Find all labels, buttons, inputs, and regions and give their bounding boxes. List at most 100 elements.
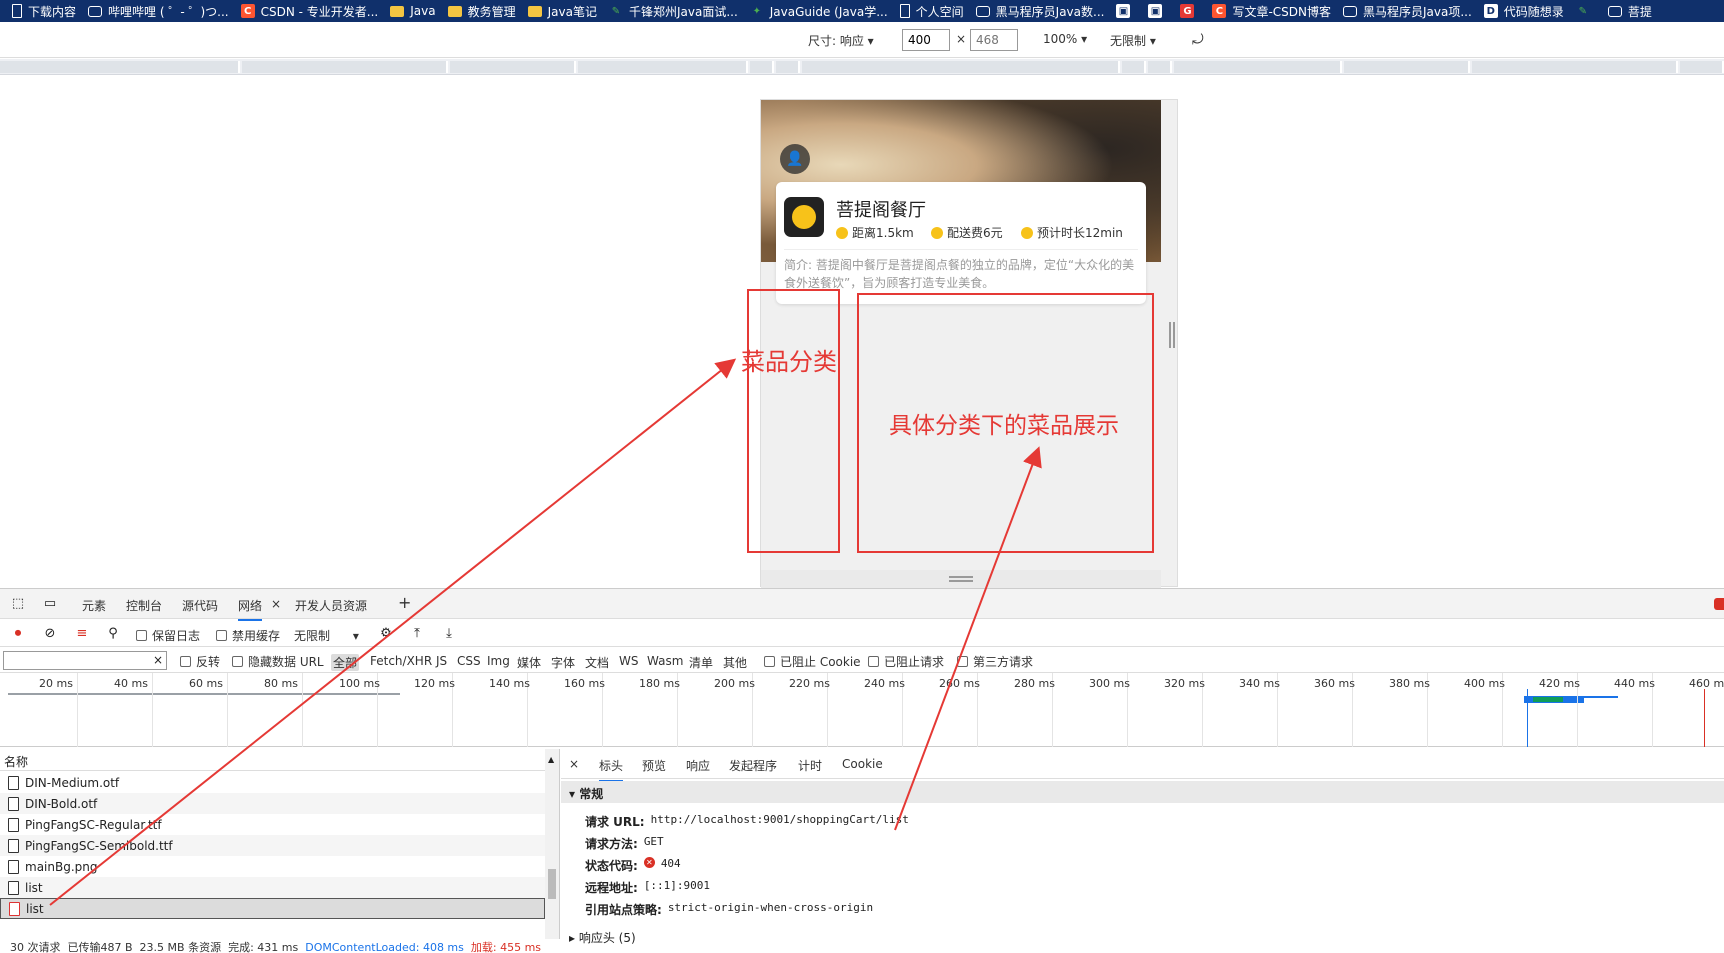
money-bag-icon [931, 226, 943, 239]
bookmark-label: JavaGuide (Java学... [769, 4, 888, 19]
scroll-thumb[interactable] [548, 869, 556, 899]
request-row[interactable]: DIN-Bold.otf [0, 793, 545, 814]
blocked-requests-checkbox[interactable]: 已阻止请求 [868, 653, 944, 670]
bookmark-item[interactable]: G [1180, 4, 1200, 18]
filter-ws[interactable]: WS [619, 654, 638, 668]
record-icon[interactable]: ⏺ [10, 625, 26, 641]
store-name: 菩提阁餐厅 [836, 200, 926, 221]
bookmark-item[interactable]: 教务管理 [447, 3, 516, 20]
filter-input[interactable]: × [3, 651, 167, 670]
filter-css[interactable]: CSS [457, 654, 481, 668]
filter-js[interactable]: JS [436, 654, 447, 668]
export-har-icon[interactable]: ⤓ [441, 625, 457, 641]
request-row[interactable]: list [0, 898, 545, 919]
delivery-fee-info: 配送费6元 [931, 224, 1003, 241]
filter-doc[interactable]: 文档 [585, 654, 609, 671]
bookmark-item[interactable]: 个人空间 [899, 3, 964, 20]
close-detail-icon[interactable]: × [569, 757, 579, 771]
import-har-icon[interactable]: ⤒ [409, 625, 425, 641]
device-toggle-icon[interactable]: ▭ [42, 595, 58, 611]
media-query-ruler[interactable] [0, 59, 1724, 75]
blocked-cookies-checkbox[interactable]: 已阻止 Cookie [764, 653, 861, 670]
bookmark-item[interactable]: Java [390, 4, 436, 18]
bookmark-item[interactable]: ✎ [1576, 4, 1596, 18]
filter-media[interactable]: 媒体 [517, 654, 541, 671]
name-column-header[interactable]: 名称 [0, 749, 545, 771]
hide-data-urls-checkbox[interactable]: 隐藏数据 URL [232, 653, 324, 670]
network-throttle-dropdown[interactable]: 无限制 ▾ [294, 627, 359, 644]
request-row[interactable]: DIN-Medium.otf [0, 772, 545, 793]
user-icon[interactable]: 👤 [780, 144, 810, 174]
tab-response[interactable]: 响应 [686, 757, 710, 774]
width-input[interactable] [902, 29, 950, 51]
bookmark-item[interactable]: ✦ JavaGuide (Java学... [750, 3, 888, 20]
bookmark-item[interactable]: 菩提 [1607, 3, 1652, 20]
bookmark-item[interactable]: Java笔记 [527, 3, 597, 20]
bookmark-item[interactable]: ▣ [1116, 4, 1136, 18]
dimensions-dropdown[interactable]: 尺寸: 响应 ▾ [808, 32, 874, 49]
bookmark-item[interactable]: ✎ 千锋郑州Java面试... [609, 3, 738, 20]
tab-network[interactable]: 网络 [238, 597, 263, 621]
filter-fetch-xhr[interactable]: Fetch/XHR [370, 654, 432, 668]
bookmark-item[interactable]: 哔哩哔哩 ( ゜- ゜)つ... [88, 3, 229, 20]
response-headers-section[interactable]: ▸ 响应头 (5) [569, 929, 636, 946]
request-name: mainBg.png [25, 859, 98, 874]
timeline-tick-label: 60 ms [189, 677, 223, 690]
bookmark-item[interactable]: C CSDN - 专业开发者... [240, 3, 378, 20]
remote-address-row: 远程地址: [::1]:9001 [585, 879, 711, 895]
filter-other[interactable]: 其他 [723, 654, 747, 671]
request-row[interactable]: PingFangSC-Semibold.ttf [0, 835, 545, 856]
add-tab-icon[interactable]: + [398, 593, 411, 612]
viewport-resize-bar[interactable] [761, 570, 1161, 588]
clear-icon[interactable]: ⊘ [42, 625, 58, 641]
request-row[interactable]: list [0, 877, 545, 898]
file-icon [8, 817, 19, 832]
inspect-icon[interactable]: ⬚ [10, 595, 26, 611]
error-count-badge[interactable] [1714, 598, 1724, 610]
tab-initiator[interactable]: 发起程序 [729, 757, 777, 774]
tab-console[interactable]: 控制台 [126, 597, 162, 614]
filter-icon[interactable]: ≡ [74, 625, 90, 641]
bookmark-item[interactable]: 黑马程序员Java项... [1343, 3, 1472, 20]
filter-manifest[interactable]: 清单 [689, 654, 713, 671]
third-party-checkbox[interactable]: 第三方请求 [957, 653, 1033, 670]
general-section-header[interactable]: ▾ 常规 [561, 781, 1724, 803]
timeline-tick-label: 300 ms [1089, 677, 1130, 690]
tab-timing[interactable]: 计时 [798, 757, 822, 774]
timeline-gridline [302, 673, 303, 747]
tab-close-icon[interactable]: × [271, 597, 281, 611]
request-row[interactable]: mainBg.png [0, 856, 545, 877]
times-sign: × [956, 32, 967, 46]
request-list-scrollbar[interactable]: ▲ [545, 749, 559, 939]
bookmark-item[interactable]: C 写文章-CSDN博客 [1212, 3, 1331, 20]
filter-img[interactable]: Img [487, 654, 510, 668]
throttle-dropdown[interactable]: 无限制 ▾ [1110, 32, 1156, 49]
filter-all[interactable]: 全部 [331, 654, 360, 671]
tab-cookies[interactable]: Cookie [842, 757, 883, 771]
network-conditions-icon[interactable]: ⚙ [378, 625, 394, 641]
bookmark-item[interactable]: D 代码随想录 [1483, 3, 1564, 20]
preserve-log-checkbox[interactable]: 保留日志 [136, 627, 200, 644]
tab-preview[interactable]: 预览 [642, 757, 666, 774]
invert-checkbox[interactable]: 反转 [180, 653, 220, 670]
tab-developer-resources[interactable]: 开发人员资源 [295, 597, 367, 614]
rotate-icon[interactable]: ⤾ [1192, 32, 1204, 48]
network-toolbar: ⏺ ⊘ ≡ ⚲ 保留日志 禁用缓存 无限制 ▾ ⚙ ⤒ ⤓ [0, 619, 1724, 647]
request-row[interactable]: PingFangSC-Regular.ttf [0, 814, 545, 835]
search-icon[interactable]: ⚲ [105, 625, 121, 641]
filter-wasm[interactable]: Wasm [647, 654, 683, 668]
disable-cache-checkbox[interactable]: 禁用缓存 [216, 627, 280, 644]
request-name: DIN-Bold.otf [25, 796, 98, 811]
height-input[interactable] [970, 29, 1018, 51]
tab-headers[interactable]: 标头 [599, 757, 624, 782]
viewport-side-handle[interactable] [1169, 322, 1175, 348]
tab-sources[interactable]: 源代码 [182, 597, 218, 614]
zoom-dropdown[interactable]: 100% ▾ [1043, 32, 1087, 46]
bookmark-item[interactable]: 黑马程序员Java数... [975, 3, 1104, 20]
request-name: DIN-Medium.otf [25, 775, 120, 790]
tab-elements[interactable]: 元素 [82, 597, 106, 614]
bookmark-item[interactable]: ▣ [1148, 4, 1168, 18]
network-overview-timeline[interactable]: 20 ms 40 ms 60 ms 80 ms 100 ms 120 ms 140 ms 16… [0, 673, 1724, 747]
bookmark-item[interactable]: 下载内容 [12, 3, 76, 20]
filter-font[interactable]: 字体 [551, 654, 575, 671]
